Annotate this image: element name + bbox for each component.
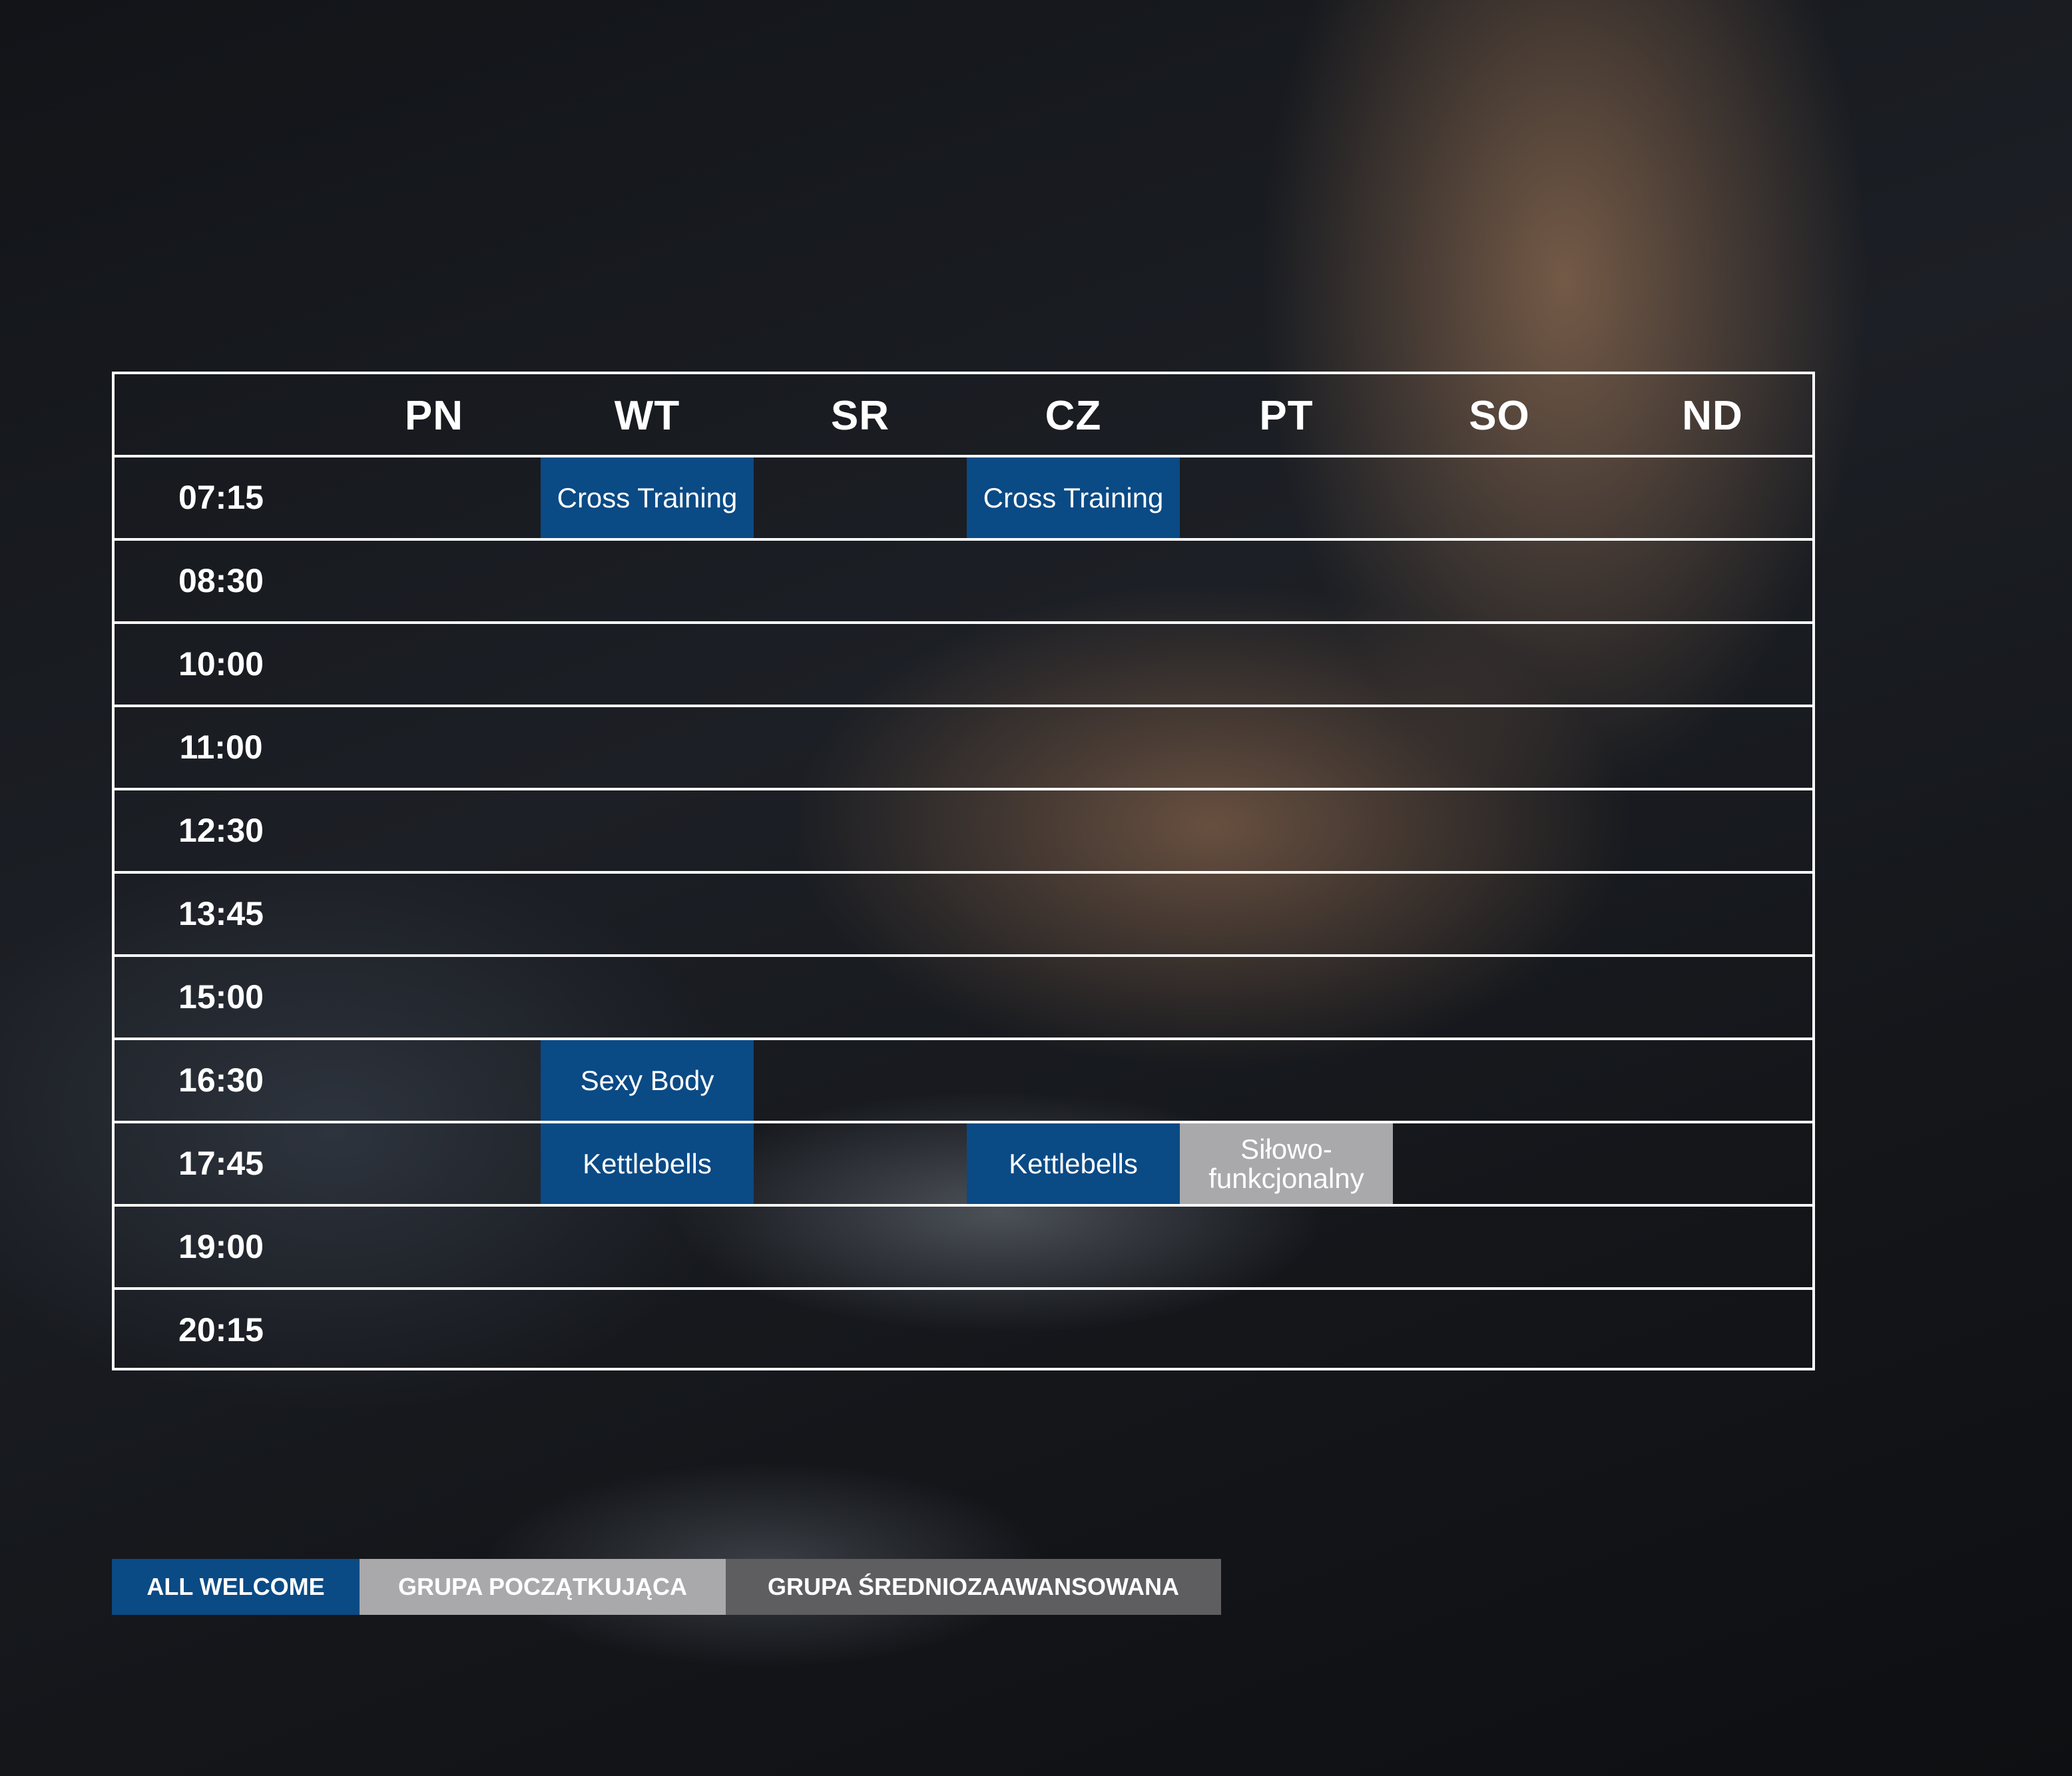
time-label: 19:00 xyxy=(178,1228,264,1265)
time-label: 11:00 xyxy=(179,729,263,766)
class-label: Sexy Body xyxy=(580,1064,714,1096)
time-row: 19:00 xyxy=(115,1207,1812,1290)
class-label: Kettlebells xyxy=(1009,1147,1138,1179)
day-header: CZ xyxy=(1045,393,1102,439)
time-label: 07:15 xyxy=(178,479,264,516)
time-row: 20:15 xyxy=(115,1290,1812,1373)
schedule-table: PN WT SR CZ PT SO ND 07:15 Cross Trainin… xyxy=(112,372,1815,1370)
class-cross-training[interactable]: Cross Training xyxy=(541,457,754,538)
day-header: PN xyxy=(404,393,464,439)
time-label: 13:45 xyxy=(178,895,264,932)
time-label: 10:00 xyxy=(178,645,264,683)
day-header: SR xyxy=(830,393,890,439)
class-kettlebells[interactable]: Kettlebells xyxy=(541,1123,754,1204)
time-row: 13:45 xyxy=(115,874,1812,957)
class-label-line2: funkcjonalny xyxy=(1208,1162,1364,1194)
day-header: ND xyxy=(1682,393,1743,439)
legend-beginner: GRUPA POCZĄTKUJĄCA xyxy=(360,1559,726,1615)
day-header: SO xyxy=(1469,393,1530,439)
time-row: 08:30 xyxy=(115,541,1812,624)
legend-all-welcome: ALL WELCOME xyxy=(112,1559,360,1615)
header-row: PN WT SR CZ PT SO ND xyxy=(115,374,1812,457)
time-label: 08:30 xyxy=(178,562,264,599)
time-label: 15:00 xyxy=(178,978,264,1016)
class-label: Cross Training xyxy=(983,481,1164,513)
time-label: 20:15 xyxy=(178,1311,264,1348)
class-silowo-funkcjonalny[interactable]: Siłowo- funkcjonalny xyxy=(1180,1123,1393,1204)
time-row: 07:15 Cross Training Cross Training xyxy=(115,457,1812,541)
time-row: 12:30 xyxy=(115,790,1812,874)
class-sexy-body[interactable]: Sexy Body xyxy=(541,1040,754,1121)
class-label: Kettlebells xyxy=(583,1147,712,1179)
class-label-line1: Siłowo- xyxy=(1240,1133,1332,1165)
time-row: 15:00 xyxy=(115,957,1812,1040)
time-row: 16:30 Sexy Body xyxy=(115,1040,1812,1123)
time-row: 17:45 Kettlebells Kettlebells Siłowo- fu… xyxy=(115,1123,1812,1207)
time-row: 10:00 xyxy=(115,624,1812,707)
class-cross-training[interactable]: Cross Training xyxy=(967,457,1180,538)
day-header: WT xyxy=(614,393,680,439)
class-label: Cross Training xyxy=(557,481,738,513)
time-label: 16:30 xyxy=(178,1061,264,1099)
day-header: PT xyxy=(1259,393,1314,439)
time-label: 12:30 xyxy=(178,812,264,849)
class-kettlebells[interactable]: Kettlebells xyxy=(967,1123,1180,1204)
time-row: 11:00 xyxy=(115,707,1812,790)
legend-intermediate: GRUPA ŚREDNIOZAAWANSOWANA xyxy=(726,1559,1221,1615)
time-label: 17:45 xyxy=(178,1145,264,1182)
